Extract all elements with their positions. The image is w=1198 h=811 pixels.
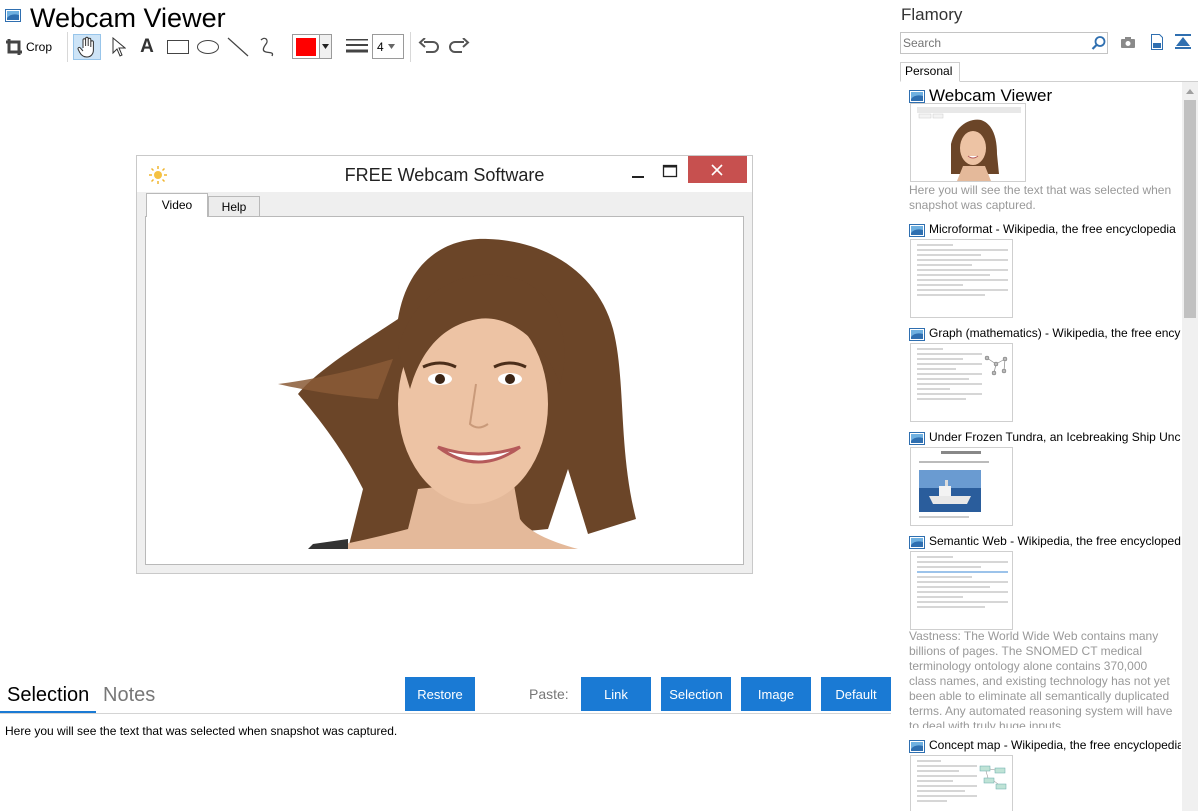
paste-selection-button[interactable]: Selection — [661, 677, 731, 711]
tab-personal[interactable]: Personal — [900, 62, 960, 82]
scroll-up-icon[interactable] — [1182, 84, 1198, 98]
snapshot-thumbnail — [910, 447, 1013, 526]
crop-label: Crop — [26, 40, 53, 54]
rectangle-icon — [167, 40, 189, 54]
selection-text: Here you will see the text that was sele… — [5, 724, 398, 738]
undo-icon — [418, 38, 439, 53]
snapshot-thumbnail — [910, 343, 1013, 422]
video-frame — [145, 216, 744, 565]
snapshot-thumbnail — [910, 551, 1013, 630]
side-panel-title: Flamory — [901, 5, 963, 24]
snapshot-description: Here you will see the text that was sele… — [909, 183, 1172, 212]
divider — [0, 713, 891, 714]
app-icon — [5, 9, 21, 22]
scrollbar-thumb[interactable] — [1184, 100, 1196, 318]
snapshot-icon — [909, 740, 925, 753]
tab-selection[interactable]: Selection — [7, 684, 89, 707]
snapshot-title: Semantic Web - Wikipedia, the free encyc… — [929, 534, 1181, 548]
snapshot-icon — [909, 224, 925, 237]
app-title: Webcam Viewer — [30, 3, 226, 33]
snapshot-item-concept-map[interactable]: Concept map - Wikipedia, the free encycl… — [909, 737, 1181, 811]
ellipse-icon — [197, 40, 219, 54]
hand-tool-button[interactable] — [73, 34, 101, 60]
undo-button[interactable] — [416, 34, 442, 60]
snapshot-item-frozen-tundra[interactable]: Under Frozen Tundra, an Icebreaking Ship… — [909, 429, 1181, 527]
minimize-button — [623, 160, 653, 184]
snapshot-icon — [909, 432, 925, 445]
camera-icon[interactable] — [1121, 36, 1135, 48]
hand-icon — [77, 36, 94, 58]
search-box — [900, 32, 1108, 54]
redo-button[interactable] — [446, 34, 472, 60]
snapshot-title: Microformat - Wikipedia, the free encycl… — [929, 222, 1176, 236]
line-width-icon — [345, 34, 369, 60]
snapshot-icon — [909, 90, 925, 103]
paste-label: Paste: — [529, 686, 569, 702]
snapshot-thumbnail — [910, 755, 1013, 811]
snapshot-thumbnail — [910, 103, 1026, 182]
color-swatch — [296, 38, 317, 56]
line-width-value: 4 — [377, 39, 384, 54]
snapshot-window: FREE Webcam Software Video Help — [136, 155, 753, 574]
redo-icon — [449, 38, 470, 53]
search-icon[interactable] — [1091, 35, 1107, 51]
pin-icon[interactable] — [1175, 34, 1191, 50]
toolbar-divider — [67, 32, 68, 62]
toolbar-divider — [410, 32, 411, 62]
ellipse-tool-button[interactable] — [196, 34, 220, 60]
snapshot-icon — [909, 536, 925, 549]
text-tool-button[interactable]: A — [136, 34, 158, 60]
snapshot-title: Webcam Viewer — [929, 87, 1053, 104]
tab-notes[interactable]: Notes — [103, 684, 155, 707]
restore-button[interactable]: Restore — [405, 677, 475, 711]
snapshot-item-graph[interactable]: Graph (mathematics) - Wikipedia, the fre… — [909, 325, 1181, 423]
freehand-icon — [260, 37, 274, 57]
pointer-icon — [112, 37, 126, 57]
snapshot-item-microformat[interactable]: Microformat - Wikipedia, the free encycl… — [909, 221, 1181, 319]
crop-button[interactable]: Crop — [5, 34, 60, 60]
search-input[interactable] — [903, 35, 1083, 51]
snapshot-description: Vastness: The World Wide Web contains ma… — [909, 629, 1173, 728]
flamory-side-panel: Flamory Personal Webcam Viewer Here you … — [892, 0, 1198, 811]
snapshot-title: Concept map - Wikipedia, the free encycl… — [929, 738, 1181, 752]
select-tool-button[interactable] — [108, 34, 130, 60]
color-picker[interactable] — [292, 34, 332, 59]
paste-default-button[interactable]: Default — [821, 677, 891, 711]
webcam-portrait-image — [148, 219, 741, 549]
chevron-down-icon — [387, 44, 395, 49]
snapshot-title: Graph (mathematics) - Wikipedia, the fre… — [929, 326, 1181, 340]
line-width-select[interactable]: 4 — [372, 34, 404, 59]
document-icon[interactable] — [1151, 34, 1163, 50]
snapshot-titlebar: FREE Webcam Software — [137, 156, 752, 192]
crop-icon — [6, 39, 22, 55]
snapshot-title: Under Frozen Tundra, an Icebreaking Ship… — [929, 430, 1181, 444]
snapshot-thumbnail — [910, 239, 1013, 318]
snapshot-item-webcam-viewer[interactable]: Webcam Viewer Here you will see the text… — [909, 87, 1181, 215]
maximize-button — [655, 160, 685, 184]
snapshot-icon — [909, 328, 925, 341]
close-icon — [711, 164, 723, 176]
snapshot-tab-help: Help — [208, 196, 260, 217]
rectangle-tool-button[interactable] — [166, 34, 190, 60]
snapshot-tab-video: Video — [146, 193, 208, 217]
maximize-icon — [662, 164, 678, 178]
freehand-tool-button[interactable] — [256, 34, 280, 60]
paste-link-button[interactable]: Link — [581, 677, 651, 711]
chevron-down-icon — [319, 35, 331, 58]
paste-image-button[interactable]: Image — [741, 677, 811, 711]
line-icon — [227, 37, 249, 57]
minimize-icon — [632, 176, 644, 178]
snapshot-item-semantic-web[interactable]: Semantic Web - Wikipedia, the free encyc… — [909, 533, 1181, 731]
close-button — [688, 156, 747, 183]
line-tool-button[interactable] — [226, 34, 250, 60]
